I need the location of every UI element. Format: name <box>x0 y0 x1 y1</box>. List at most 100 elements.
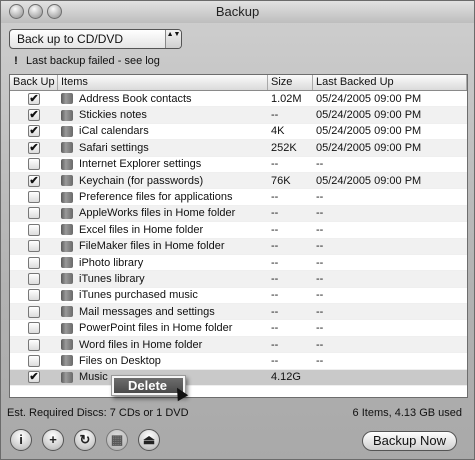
table-row[interactable]: Preference files for applications -- -- <box>10 189 467 206</box>
item-type-icon <box>61 240 73 252</box>
item-cell: Address Book contacts <box>58 93 268 105</box>
table-row[interactable]: FileMaker files in Home folder -- -- <box>10 238 467 255</box>
item-type-icon <box>61 109 73 121</box>
info-button[interactable]: i <box>10 429 32 451</box>
back-up-checkbox[interactable] <box>28 305 40 318</box>
back-up-checkbox[interactable] <box>28 256 40 269</box>
table-row[interactable]: Excel files in Home folder -- -- <box>10 222 467 239</box>
back-up-checkbox[interactable] <box>28 289 40 302</box>
item-cell: iCal calendars <box>58 125 268 137</box>
item-type-icon <box>61 371 73 383</box>
eject-button[interactable]: ⏏ <box>138 429 160 451</box>
table-row[interactable]: iPhoto library -- -- <box>10 255 467 272</box>
backup-destination-popup[interactable]: Back up to CD/DVD ▲▼ <box>9 29 182 49</box>
item-name: Keychain (for passwords) <box>79 174 204 187</box>
back-up-cell <box>10 223 58 236</box>
column-header-size[interactable]: Size <box>268 75 313 90</box>
last-backup-warning[interactable]: ! Last backup failed - see log <box>11 55 160 67</box>
back-up-cell: ✔ <box>10 141 58 154</box>
item-type-icon <box>61 158 73 170</box>
back-up-cell <box>10 207 58 220</box>
table-row[interactable]: Mail messages and settings -- -- <box>10 304 467 321</box>
table-row[interactable]: PowerPoint files in Home folder -- -- <box>10 320 467 337</box>
item-cell: iTunes purchased music <box>58 289 268 301</box>
add-item-button[interactable]: + <box>42 429 64 451</box>
column-header-last-backed-up[interactable]: Last Backed Up <box>313 75 467 90</box>
last-backed-up-cell: -- <box>316 191 324 204</box>
back-up-checkbox[interactable] <box>28 354 40 367</box>
table-row[interactable]: iTunes library -- -- <box>10 271 467 288</box>
last-backed-up-cell: -- <box>316 322 324 335</box>
table-row[interactable]: iTunes purchased music -- -- <box>10 288 467 305</box>
back-up-checkbox[interactable] <box>28 207 40 220</box>
table-row[interactable]: ✔ Address Book contacts 1.02M 05/24/2005 09… <box>10 91 467 108</box>
back-up-cell: ✔ <box>10 371 58 384</box>
plus-icon: + <box>49 432 57 447</box>
back-up-checkbox[interactable]: ✔ <box>28 141 40 154</box>
back-up-checkbox[interactable] <box>28 158 40 171</box>
size-cell: 4.12G <box>271 371 301 384</box>
window-title: Backup <box>215 4 260 19</box>
backup-now-button[interactable]: Backup Now <box>362 431 457 451</box>
size-cell: -- <box>271 191 279 204</box>
table-row[interactable]: ✔ Keychain (for passwords) 76K 05/24/2005 0… <box>10 172 467 190</box>
schedule-button[interactable]: ▦ <box>106 429 128 451</box>
size-cell: 1.02M <box>271 92 302 105</box>
last-backed-up-cell: -- <box>316 223 324 236</box>
back-up-checkbox[interactable] <box>28 272 40 285</box>
back-up-checkbox[interactable]: ✔ <box>28 174 40 187</box>
item-name: AppleWorks files in Home folder <box>79 207 236 220</box>
item-name: Excel files in Home folder <box>79 223 204 236</box>
item-type-icon <box>61 289 73 301</box>
last-backed-up-cell: 05/24/2005 09:00 PM <box>316 125 422 138</box>
size-cell: -- <box>271 240 279 253</box>
item-cell: Word files in Home folder <box>58 339 268 351</box>
item-type-icon <box>61 257 73 269</box>
table-row[interactable]: ✔ Stickies notes -- 05/24/2005 09:00 PM <box>10 107 467 124</box>
refresh-button[interactable]: ↻ <box>74 429 96 451</box>
size-cell: -- <box>271 322 279 335</box>
item-cell: PowerPoint files in Home folder <box>58 322 268 334</box>
back-up-cell <box>10 272 58 285</box>
table-row[interactable]: Word files in Home folder -- -- <box>10 336 467 354</box>
back-up-cell <box>10 191 58 204</box>
item-name: PowerPoint files in Home folder <box>79 322 233 335</box>
back-up-checkbox[interactable] <box>28 338 40 351</box>
back-up-cell <box>10 158 58 171</box>
size-cell: 252K <box>271 141 297 154</box>
item-type-icon <box>61 125 73 137</box>
back-up-cell <box>10 305 58 318</box>
back-up-checkbox[interactable] <box>28 223 40 236</box>
last-backed-up-cell: -- <box>316 207 324 220</box>
back-up-checkbox[interactable] <box>28 322 40 335</box>
title-bar: Backup <box>1 1 474 23</box>
warning-icon: ! <box>14 55 18 67</box>
table-row[interactable]: ✔ Safari settings 252K 05/24/2005 09:00 PM <box>10 140 467 157</box>
table-row[interactable]: ✔ Music 4.12G <box>10 369 467 387</box>
table-row[interactable]: Internet Explorer settings -- -- <box>10 157 467 173</box>
table-row[interactable]: Files on Desktop -- -- <box>10 353 467 370</box>
back-up-checkbox[interactable]: ✔ <box>28 109 40 122</box>
last-backed-up-cell: 05/24/2005 09:00 PM <box>316 174 422 187</box>
column-header-items[interactable]: Items <box>58 75 268 90</box>
size-cell: -- <box>271 338 279 351</box>
item-name: iPhoto library <box>79 256 144 269</box>
size-cell: 4K <box>271 125 285 138</box>
items-used-status: 6 Items, 4.13 GB used <box>352 407 462 419</box>
back-up-checkbox[interactable] <box>28 191 40 204</box>
item-type-icon <box>61 93 73 105</box>
item-type-icon <box>61 191 73 203</box>
back-up-checkbox[interactable]: ✔ <box>28 125 40 138</box>
table-row[interactable]: AppleWorks files in Home folder -- -- <box>10 205 467 223</box>
size-cell: -- <box>271 223 279 236</box>
back-up-checkbox[interactable]: ✔ <box>28 371 40 384</box>
item-cell: Excel files in Home folder <box>58 224 268 236</box>
table-row[interactable]: ✔ iCal calendars 4K 05/24/2005 09:00 PM <box>10 124 467 141</box>
item-name: iTunes purchased music <box>79 289 198 302</box>
column-header-back-up[interactable]: Back Up <box>10 75 58 90</box>
size-cell: -- <box>271 289 279 302</box>
back-up-checkbox[interactable] <box>28 240 40 253</box>
item-name: Stickies notes <box>79 109 147 122</box>
required-discs-status: Est. Required Discs: 7 CDs or 1 DVD <box>7 407 189 419</box>
back-up-checkbox[interactable]: ✔ <box>28 92 40 105</box>
